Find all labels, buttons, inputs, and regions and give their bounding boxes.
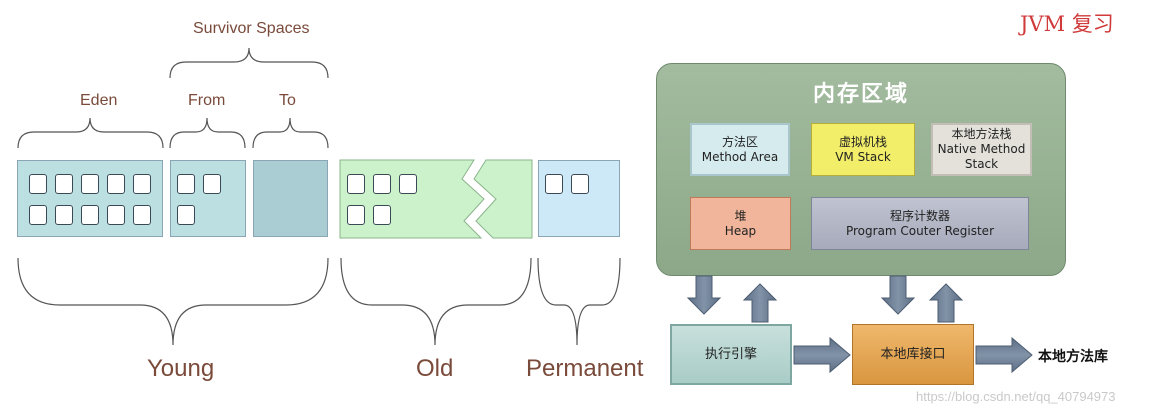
- native-stack-box: 本地方法栈 Native Method Stack: [931, 123, 1032, 176]
- eden-brace: [17, 117, 164, 149]
- vm-stack-cn: 虚拟机栈: [838, 134, 887, 149]
- eden-cell: [55, 205, 73, 225]
- up-arrow-icon: [742, 283, 778, 323]
- to-brace: [252, 117, 329, 149]
- vm-stack-box: 虚拟机栈 VM Stack: [811, 123, 915, 176]
- execution-engine-label: 执行引擎: [704, 347, 757, 362]
- eden-cell: [81, 205, 99, 225]
- execution-engine-box: 执行引擎: [670, 324, 792, 385]
- down-arrow-icon: [686, 275, 722, 315]
- from-cell: [203, 174, 221, 194]
- old-cell: [373, 174, 391, 194]
- right-arrow-icon: [975, 336, 1033, 374]
- from-brace: [169, 117, 246, 149]
- permanent-brace: [537, 257, 621, 346]
- eden-cell: [133, 174, 151, 194]
- native-library-label: 本地方法库: [1038, 349, 1108, 365]
- to-region: [253, 160, 328, 237]
- heap-en: Heap: [724, 223, 757, 238]
- old-brace: [340, 257, 532, 346]
- heap-box: 堆 Heap: [690, 197, 791, 250]
- permanent-region: [538, 160, 620, 237]
- eden-label: Eden: [80, 92, 118, 109]
- down-arrow-icon: [880, 275, 916, 315]
- from-region: [170, 160, 246, 237]
- method-area-en: Method Area: [701, 149, 779, 164]
- young-brace: [17, 257, 329, 346]
- memory-region-title: 内存区域: [812, 82, 909, 107]
- permanent-label: Permanent: [526, 355, 644, 382]
- heap-cn: 堆: [734, 208, 747, 223]
- eden-cell: [133, 205, 151, 225]
- pc-register-cn: 程序计数器: [889, 208, 950, 223]
- watermark-text: https://blog.csdn.net/qq_40794973: [916, 389, 1116, 404]
- up-arrow-icon: [928, 283, 964, 323]
- pc-register-en: Program Couter Register: [845, 223, 994, 238]
- pc-register-box: 程序计数器 Program Couter Register: [811, 197, 1029, 250]
- eden-cell: [29, 205, 47, 225]
- eden-cell: [29, 174, 47, 194]
- page-title: JVM 复习: [1020, 12, 1114, 36]
- right-arrow-icon: [793, 336, 851, 374]
- native-stack-cn: 本地方法栈: [951, 127, 1012, 141]
- old-region: [339, 159, 533, 239]
- eden-region: [17, 160, 163, 237]
- permanent-cell: [545, 174, 563, 194]
- eden-cell: [55, 174, 73, 194]
- eden-cell: [107, 205, 125, 225]
- eden-cell: [81, 174, 99, 194]
- native-stack-en2: Stack: [964, 157, 999, 171]
- survivor-spaces-label: Survivor Spaces: [193, 20, 310, 37]
- method-area-box: 方法区 Method Area: [690, 123, 790, 176]
- survivor-brace: [169, 47, 329, 79]
- permanent-cell: [571, 174, 589, 194]
- old-cell: [399, 174, 417, 194]
- vm-stack-en: VM Stack: [835, 149, 891, 164]
- old-label: Old: [416, 355, 454, 382]
- old-cell: [373, 205, 391, 225]
- from-cell: [177, 174, 195, 194]
- to-label: To: [279, 92, 296, 109]
- from-label: From: [188, 92, 226, 109]
- young-label: Young: [147, 355, 215, 382]
- from-cell: [177, 205, 195, 225]
- old-cell: [347, 174, 365, 194]
- method-area-cn: 方法区: [721, 134, 758, 149]
- eden-cell: [107, 174, 125, 194]
- old-cell: [347, 205, 365, 225]
- native-interface-box: 本地库接口: [852, 324, 974, 385]
- native-interface-label: 本地库接口: [880, 347, 946, 362]
- native-stack-en1: Native Method: [937, 142, 1026, 156]
